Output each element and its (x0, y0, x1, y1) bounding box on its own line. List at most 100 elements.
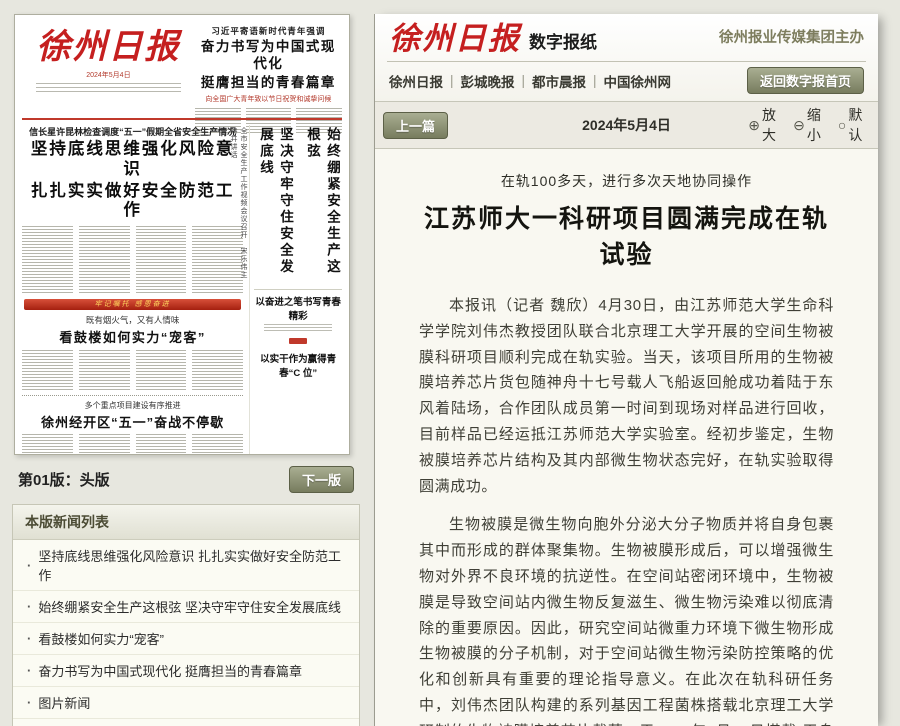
news-list-item[interactable]: · 奋力书写为中国式现代化 挺膺担当的青春篇章 (13, 655, 359, 687)
article-toolbar: 上一篇 2024年5月4日 ⊕放大 ⊖缩小 ○默认 (375, 101, 878, 149)
paper-middle-left: 信长星许昆林检查调度“五一”假期全省安全生产情况 坚持底线思维强化风险意识 扎扎… (22, 125, 243, 455)
placeholder-text-column (192, 350, 243, 390)
placeholder-text-column (136, 434, 187, 455)
top-story-title-line1: 奋力书写为中国式现代化 (195, 39, 342, 73)
placeholder-text-column (22, 350, 73, 390)
toolbar-zoom-controls: ⊕放大 ⊖缩小 ○默认 (748, 105, 870, 145)
nav-item-pengcheng-evening[interactable]: 彭城晚报 (461, 71, 515, 91)
placeholder-text-columns (22, 350, 243, 390)
placeholder-text-column (136, 226, 187, 294)
zoom-reset-control[interactable]: ○默认 (838, 105, 870, 145)
placeholder-text-column (79, 434, 130, 455)
zoom-out-label: 缩小 (807, 105, 828, 145)
nav-separator: | (450, 73, 454, 88)
logo-group: 徐州日报 数字报纸 (389, 24, 597, 55)
vertical-headline-left: 坚决守牢守住安全发展底线 (255, 127, 295, 283)
bullet-icon: · (27, 663, 31, 678)
top-story-title-line2: 挺膺担当的青春篇章 (195, 75, 342, 92)
paper-middle-right: 始终绷紧安全生产这根弦 坚决守牢守住安全发展底线 全市安全生产工作视频会议召开 … (249, 125, 342, 455)
article-paragraph: 本报讯（记者 魏欣）4月30日，由江苏师范大学生命科学学院刘伟杰教授团队联合北京… (419, 293, 834, 499)
zoom-in-icon: ⊕ (748, 117, 760, 134)
article-paragraph: 生物被膜是微生物向胞外分泌大分子物质并将自身包裹其中而形成的群体聚集物。生物被膜… (419, 512, 834, 726)
placeholder-text-column (79, 350, 130, 390)
article-title: 江苏师大一科研项目圆满完成在轨试验 (419, 199, 834, 271)
main-story-kicker: 信长星许昆林检查调度“五一”假期全省安全生产情况 (22, 125, 243, 138)
news-list-item[interactable]: ·徐州经开区“五一”奋战不停歇 (13, 719, 359, 726)
placeholder-text-column (22, 226, 73, 294)
red-badge-icon (289, 338, 307, 344)
site-logo: 徐州日报 (389, 24, 521, 55)
bullet-icon: · (27, 695, 31, 710)
vertical-headline-small: 全市安全生产工作视频会议召开 宋乐伟主持并讲话 (228, 127, 248, 283)
bullet-icon: · (27, 558, 31, 573)
news-list: 本版新闻列表 · 坚持底线思维强化风险意识 扎扎实实做好安全防范工作 · 始终绷紧安… (12, 504, 360, 726)
logo-row: 徐州日报 数字报纸 徐州报业传媒集团主办 (387, 22, 866, 61)
news-list-title: 本版新闻列表 (13, 505, 359, 540)
side-stories: 以奋进之笔书写青春精彩 以实干作为赢得青春“C 位” (254, 289, 342, 379)
news-list-items: · 坚持底线思维强化风险意识 扎扎实实做好安全防范工作 · 始终绷紧安全生产这根弦 … (13, 540, 359, 726)
top-story-subline: 向全国广大青年致以节日祝贺和诚挚问候 (195, 94, 342, 104)
story4-title: 徐州经开区“五一”奋战不停歇 (22, 412, 243, 431)
placeholder-text-line (36, 83, 181, 93)
paper-masthead-left: 徐州日报 2024年5月4日 (22, 23, 195, 115)
previous-article-button[interactable]: 上一篇 (383, 112, 448, 139)
story-divider (22, 395, 243, 396)
placeholder-text-columns (22, 226, 243, 294)
nav-item-xuzhou-daily[interactable]: 徐州日报 (389, 71, 443, 91)
placeholder-text-column (79, 226, 130, 294)
back-to-home-button[interactable]: 返回数字报首页 (747, 67, 864, 94)
placeholder-text-columns (22, 434, 243, 455)
organizer-text: 徐州报业传媒集团主办 (719, 26, 864, 55)
placeholder-text-column (192, 434, 243, 455)
article-kicker: 在轨100多天，进行多次天地协同操作 (419, 171, 834, 191)
issue-date: 2024年5月4日 (505, 115, 749, 135)
placeholder-text-line (264, 324, 332, 331)
zoom-in-control[interactable]: ⊕放大 (748, 105, 783, 145)
page-label: 第01版：头版 (18, 469, 110, 490)
paper-top-story: 习近平寄语新时代青年强调 奋力书写为中国式现代化 挺膺担当的青春篇章 向全国广大… (195, 23, 342, 115)
zoom-reset-icon: ○ (838, 117, 846, 133)
story4-kicker: 多个重点项目建设有序推进 (22, 400, 243, 411)
news-list-item[interactable]: · 图片新闻 (13, 687, 359, 719)
news-list-item[interactable]: · 坚持底线思维强化风险意识 扎扎实实做好安全防范工作 (13, 540, 359, 591)
zoom-out-icon: ⊖ (793, 117, 805, 134)
paper-masthead: 徐州日报 2024年5月4日 习近平寄语新时代青年强调 奋力书写为中国式现代化 … (22, 23, 342, 115)
news-list-item[interactable]: · 始终绷紧安全生产这根弦 坚决守牢守住安全发展底线 (13, 591, 359, 623)
news-item-label: 坚持底线思维强化风险意识 扎扎实实做好安全防范工作 (38, 546, 349, 584)
placeholder-text-column (22, 434, 73, 455)
toolbar-left: 上一篇 (383, 112, 505, 139)
site-logo-suffix: 数字报纸 (529, 28, 597, 55)
paper-logo: 徐州日报 (22, 29, 195, 66)
news-item-label: 看鼓楼如何实力“宠客” (38, 629, 164, 648)
site-header: 徐州日报 数字报纸 徐州报业传媒集团主办 徐州日报 | 彭城晚报 | 都市晨报 … (375, 14, 878, 101)
main-story-title-line2: 扎扎实实做好安全防范工作 (22, 182, 243, 222)
front-page-thumbnail[interactable]: 徐州日报 2024年5月4日 习近平寄语新时代青年强调 奋力书写为中国式现代化 … (14, 14, 350, 455)
bullet-icon: · (27, 599, 31, 614)
placeholder-text-column (136, 350, 187, 390)
vertical-headline-block: 始终绷紧安全生产这根弦 坚决守牢守住安全发展底线 全市安全生产工作视频会议召开 … (254, 125, 342, 283)
news-list-item[interactable]: · 看鼓楼如何实力“宠客” (13, 623, 359, 655)
main-story-title-line1: 坚持底线思维强化风险意识 (22, 140, 243, 180)
red-banner: 牢记嘱托 感恩奋进 (24, 299, 241, 310)
nav-row: 徐州日报 | 彭城晚报 | 都市晨报 | 中国徐州网 返回数字报首页 (387, 61, 866, 101)
side-story1-title: 以奋进之笔书写青春精彩 (254, 294, 342, 322)
nav-item-metro-morning[interactable]: 都市晨报 (532, 71, 586, 91)
left-column: 徐州日报 2024年5月4日 习近平寄语新时代青年强调 奋力书写为中国式现代化 … (12, 14, 360, 726)
zoom-reset-label: 默认 (848, 105, 870, 145)
vertical-headline-right: 始终绷紧安全生产这根弦 (302, 127, 342, 283)
page: 徐州日报 2024年5月4日 习近平寄语新时代青年强调 奋力书写为中国式现代化 … (0, 0, 900, 726)
news-item-label: 奋力书写为中国式现代化 挺膺担当的青春篇章 (38, 661, 302, 680)
nav-separator: | (522, 73, 526, 88)
zoom-out-control[interactable]: ⊖缩小 (793, 105, 828, 145)
nav-separator: | (593, 73, 597, 88)
news-item-label: 始终绷紧安全生产这根弦 坚决守牢守住安全发展底线 (38, 597, 341, 616)
side-story2-title: 以实干作为赢得青春“C 位” (254, 351, 342, 379)
nav-item-china-xuzhou-net[interactable]: 中国徐州网 (604, 71, 672, 91)
site-nav: 徐州日报 | 彭城晚报 | 都市晨报 | 中国徐州网 (389, 71, 671, 91)
paper-date: 2024年5月4日 (22, 70, 195, 80)
zoom-in-label: 放大 (762, 105, 783, 145)
bullet-icon: · (27, 631, 31, 646)
news-item-label: 图片新闻 (38, 693, 90, 712)
next-page-button[interactable]: 下一版 (289, 466, 354, 493)
story3-kicker: 既有烟火气，又有人情味 (22, 314, 243, 326)
